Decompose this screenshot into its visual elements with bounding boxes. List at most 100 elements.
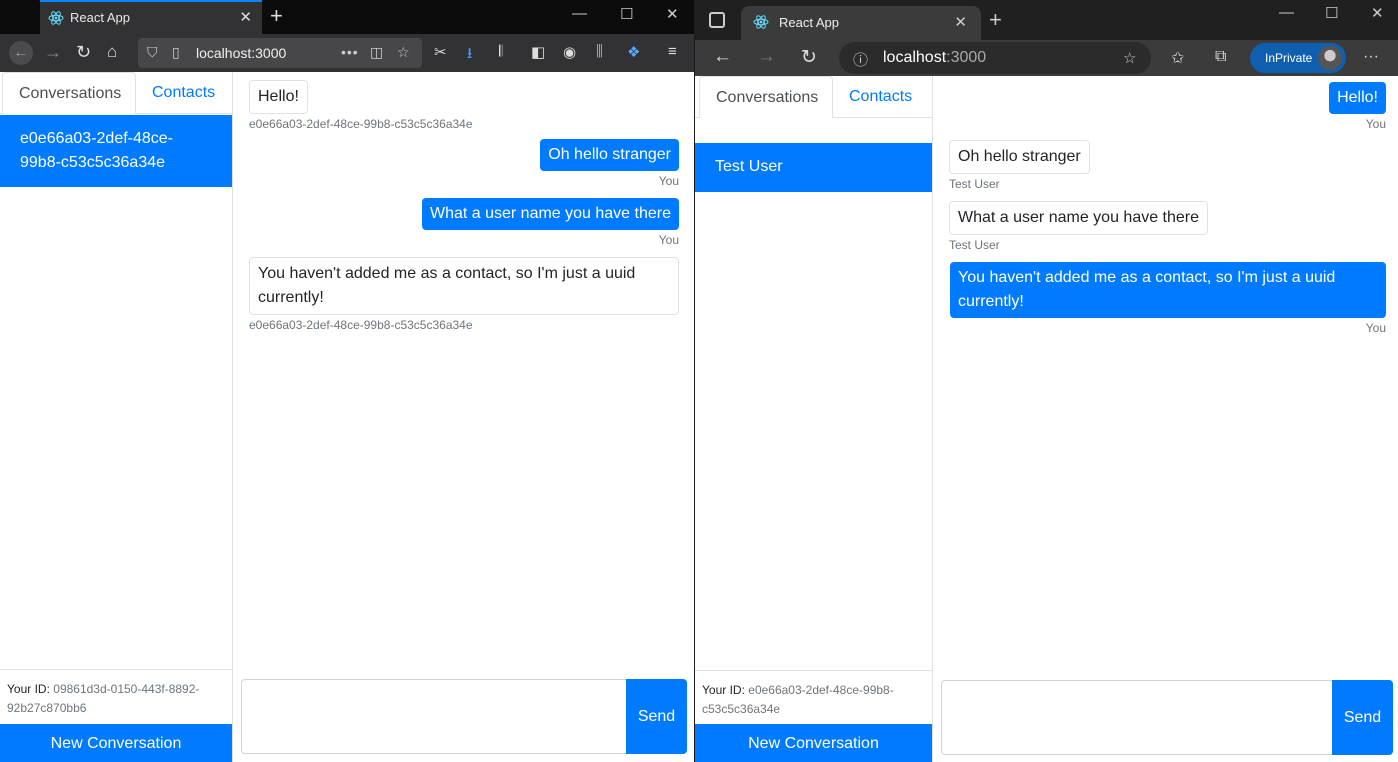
new-tab-icon[interactable]: + [989,7,1002,33]
new-conversation-button[interactable]: New Conversation [695,724,932,762]
settings-more-icon[interactable]: ··· [1363,48,1379,66]
message-sender: Test User [949,177,1000,191]
send-button[interactable]: Send [626,679,687,754]
home-icon[interactable]: ⌂ [107,42,117,62]
maximize-icon[interactable]: ☐ [1325,4,1338,22]
message-bubble: What a user name you have there [949,201,1209,235]
message-bubble: You haven't added me as a contact, so I'… [249,257,679,315]
back-arrow-icon[interactable]: ← [9,41,33,65]
close-icon[interactable]: ✕ [239,8,252,26]
inprivate-label: InPrivate [1265,51,1313,65]
window-close-icon[interactable]: ✕ [666,5,679,23]
firefox-tab-strip: React App ✕ + — ☐ ✕ [0,0,694,34]
window-close-icon[interactable]: ✕ [1371,4,1384,22]
favorites-icon[interactable]: ✩ [1171,48,1184,68]
sidebar-tabs: Conversations Contacts [0,72,232,114]
back-arrow-icon[interactable]: ← [713,46,732,68]
your-id-label: Your ID: [7,682,50,696]
url-text[interactable]: localhost:3000 [883,49,986,67]
message: You haven't added me as a contact, so I'… [950,262,1386,335]
sidebar: Conversations Contacts Test User Your ID… [695,76,933,762]
react-icon [48,10,64,29]
message: Hello! e0e66a03-2def-48ce-99b8-c53c5c36a… [249,80,473,131]
tab-actions-icon[interactable] [709,12,725,28]
chat-panel: Hello! You Oh hello stranger Test User W… [933,76,1398,762]
new-tab-icon[interactable]: + [270,3,283,29]
edge-tab-strip: React App ✕ + — ☐ ✕ [695,0,1398,40]
message-input[interactable] [941,680,1332,755]
message-bubble: Hello! [249,80,308,114]
message-bubble: Oh hello stranger [949,140,1090,174]
message-sender: e0e66a03-2def-48ce-99b8-c53c5c36a34e [249,318,473,332]
conversation-item[interactable]: Test User [695,143,932,192]
tab-contacts[interactable]: Contacts [136,72,231,114]
message-sender: You [658,174,679,188]
message: Hello! You [1329,82,1386,131]
send-button[interactable]: Send [1332,680,1393,755]
forward-arrow-icon[interactable]: → [44,42,62,63]
message: What a user name you have there You [421,198,679,247]
your-id-label: Your ID: [702,683,745,697]
address-bar[interactable]: ⓘ localhost:3000 ☆ [839,42,1151,74]
message-composer: Send [941,680,1393,755]
message: Oh hello stranger You [540,139,679,188]
message-composer: Send [241,679,687,754]
address-bar[interactable]: ⛉ ▯ localhost:3000 ••• ◫ ☆ [138,38,422,68]
message: Oh hello stranger Test User [949,140,1090,191]
new-conversation-button[interactable]: New Conversation [0,724,232,762]
account-icon[interactable]: ◉ [563,43,576,61]
react-icon [753,14,769,33]
library-icon[interactable]: 𝄃 [499,43,502,60]
url-host: localhost [883,49,947,66]
reload-icon[interactable]: ↻ [76,42,91,63]
message-bubble: You haven't added me as a contact, so I'… [950,262,1386,318]
tab-title: React App [779,15,839,30]
message-input[interactable] [241,679,626,754]
message-bubble: What a user name you have there [421,198,679,230]
tab-contacts[interactable]: Contacts [833,76,928,118]
url-text[interactable]: localhost:3000 [196,45,286,61]
sidebar: Conversations Contacts e0e66a03-2def-48c… [0,72,233,762]
collections-icon[interactable]: ⧉ [1215,48,1226,66]
page-icon: ▯ [172,44,180,60]
menu-icon[interactable]: ≡ [668,43,677,60]
reload-icon[interactable]: ↻ [801,46,817,69]
tab-conversations[interactable]: Conversations [2,72,136,114]
firefox-toolbar: ← → ↻ ⌂ ⛉ ▯ localhost:3000 ••• ◫ ☆ ✂ ⭳ 𝄃… [0,34,694,72]
conversation-item[interactable]: e0e66a03-2def-48ce-99b8-c53c5c36a34e [0,115,232,187]
message-sender: You [1365,321,1386,335]
info-icon[interactable]: ⓘ [853,49,868,70]
tab-title: React App [70,10,130,25]
your-id: Your ID: e0e66a03-2def-48ce-99b8-c53c5c3… [695,670,932,729]
url-port: :3000 [946,49,987,66]
bookmark-star-icon[interactable]: ☆ [397,44,410,61]
close-icon[interactable]: ✕ [954,13,967,31]
extension-icon[interactable]: ⫼ [596,43,603,60]
inprivate-badge[interactable]: InPrivate [1250,43,1346,73]
message-sender: e0e66a03-2def-48ce-99b8-c53c5c36a34e [249,117,473,131]
minimize-icon[interactable]: — [1279,4,1294,21]
message-bubble: Hello! [1329,82,1386,114]
pocket-icon[interactable]: ◫ [370,44,383,61]
message-sender: You [1365,117,1386,131]
download-icon[interactable]: ⭳ [467,43,472,68]
sidebar-icon[interactable]: ◧ [531,43,545,61]
message-sender: You [658,233,679,247]
add-favorite-icon[interactable]: ☆ [1123,49,1136,67]
browser-tab[interactable]: React App ✕ [40,0,262,34]
minimize-icon[interactable]: — [572,5,587,22]
chat-panel: Hello! e0e66a03-2def-48ce-99b8-c53c5c36a… [233,72,694,762]
edge-window: React App ✕ + — ☐ ✕ ← → ↻ ⓘ localhost:30… [695,0,1398,762]
your-id: Your ID: 09861d3d-0150-443f-8892-92b27c8… [0,669,232,728]
message: What a user name you have there Test Use… [949,201,1209,252]
browser-tab[interactable]: React App ✕ [741,6,981,40]
extension-2-icon[interactable]: ❖ [627,43,640,61]
more-icon[interactable]: ••• [341,44,359,60]
forward-arrow-icon[interactable]: → [757,46,776,68]
message-bubble: Oh hello stranger [540,139,679,171]
tab-conversations[interactable]: Conversations [699,76,833,118]
avatar [1318,46,1342,70]
maximize-icon[interactable]: ☐ [620,5,633,23]
shield-icon[interactable]: ⛉ [147,44,158,61]
screenshot-icon[interactable]: ✂ [434,43,447,61]
